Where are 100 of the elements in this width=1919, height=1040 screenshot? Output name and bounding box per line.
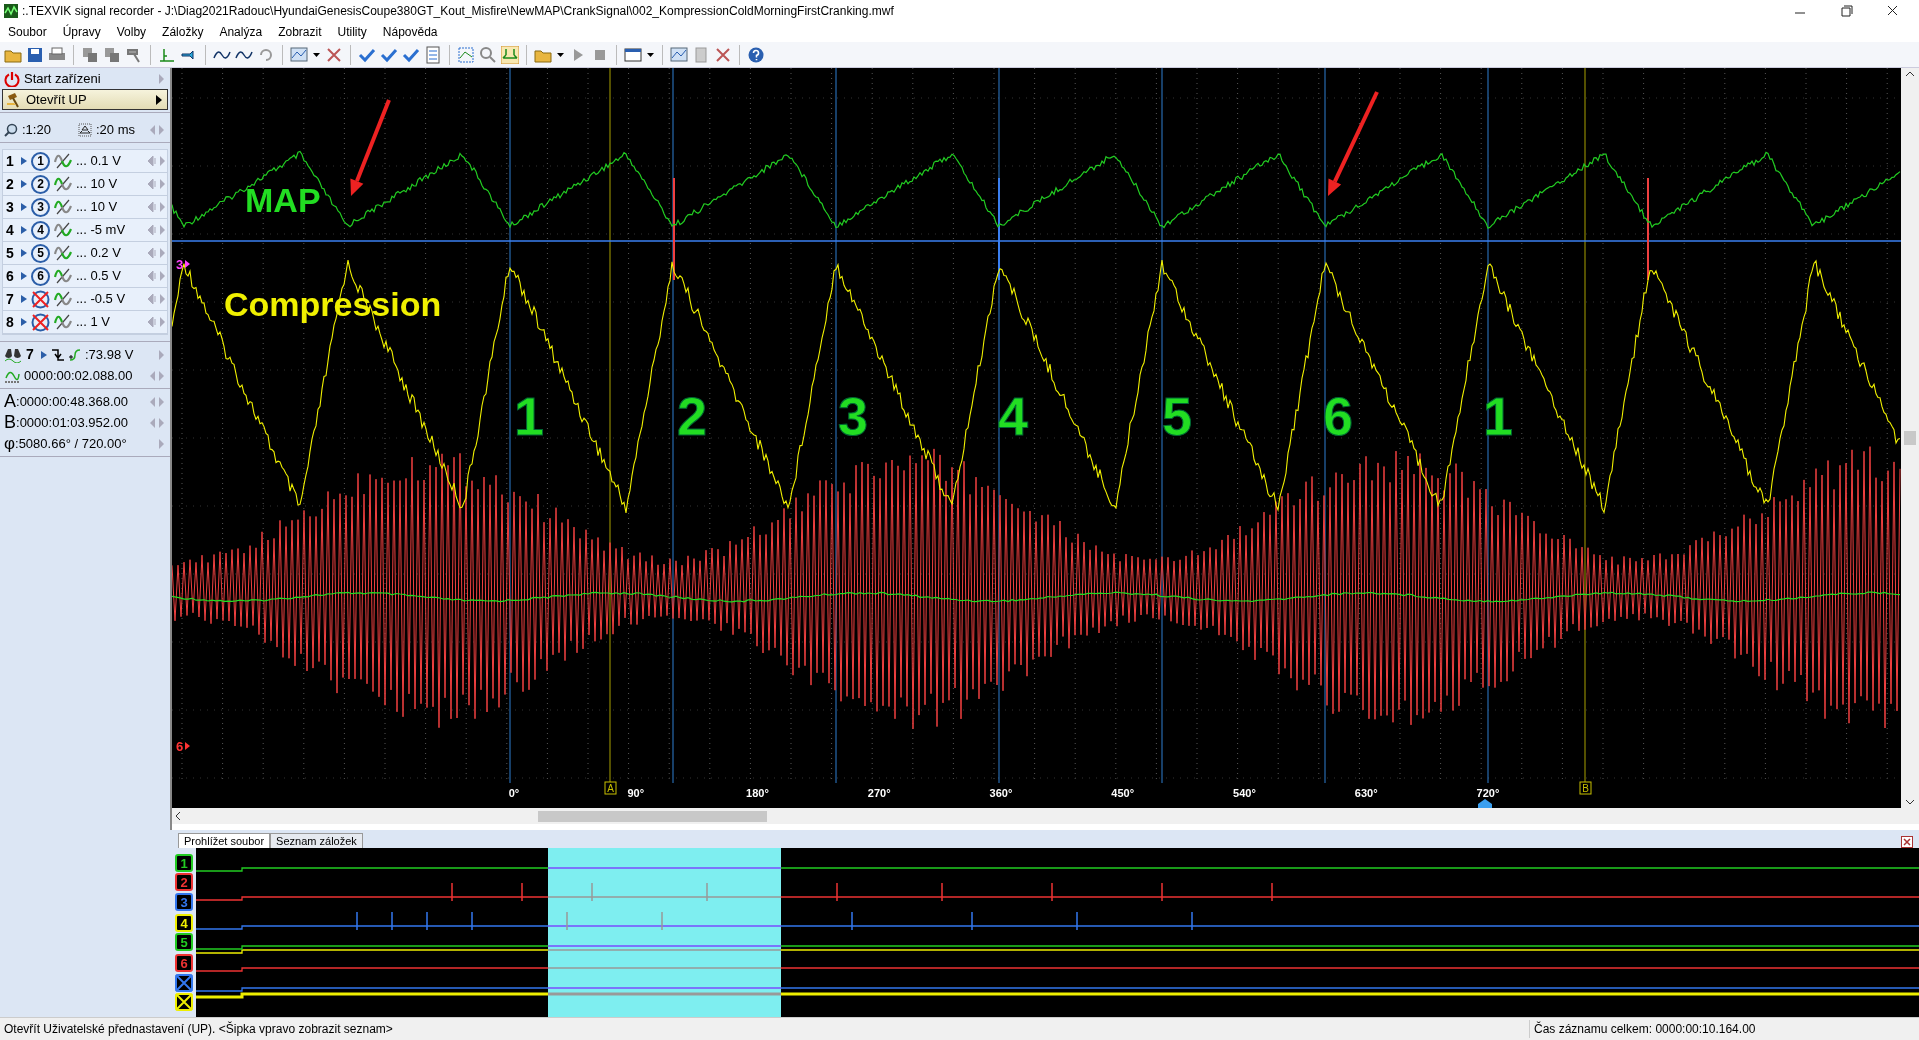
app-icon [4,4,18,18]
small-arrow-icon [21,156,27,166]
small-arrow-icon [21,202,27,212]
menu-item[interactable]: Soubor [0,23,55,41]
scrollbar-thumb[interactable] [1904,431,1916,445]
tab[interactable]: Prohlížet soubor [178,833,271,848]
axis-label: 270° [867,787,891,799]
cross-icon[interactable] [714,45,732,64]
channel-label[interactable]: 5 [175,933,193,951]
menu-item[interactable]: Nápověda [374,23,446,41]
small-arrow-icon [21,271,27,281]
layers-icon[interactable] [81,45,99,64]
menu-item[interactable]: Volby [108,23,155,41]
marker-arrow-icon [185,260,190,268]
overview-panel[interactable]: 1 2 3 4 5 6 [172,848,1919,1017]
channel-number: 7 [6,289,15,309]
cross-icon[interactable] [325,45,343,64]
total-time: Čas záznamu celkem: 0000:00:10.164.00 [1529,1020,1919,1038]
help-icon[interactable] [747,45,765,64]
probe-number[interactable]: 2 [31,174,50,194]
cursor-label: A [4,390,16,413]
cylinder-number: 2 [677,386,707,446]
cursor-handle[interactable]: A [604,781,617,795]
tab[interactable]: Seznam záložek [270,833,363,848]
list-icon[interactable] [424,45,442,64]
cursor-handle[interactable]: B [1579,781,1592,795]
start-device-button[interactable]: Start zařízeni [24,68,144,89]
axis-label: 720° [1476,787,1500,799]
trigger-level: :73.98 V [85,345,135,364]
channel-range: ... 1 V [76,313,111,332]
channel-label[interactable]: 6 [175,954,193,972]
axis-label: 540° [1233,787,1256,799]
channel-range: ... 10 V [76,175,119,194]
power-icon [4,70,20,87]
channel-number: 6 [6,266,15,286]
channel-number: 4 [6,220,15,240]
channel-label[interactable]: 2 [175,873,193,891]
right-caret-icon [154,93,164,106]
probe-number[interactable]: 3 [31,197,50,217]
probe-number[interactable]: 5 [31,243,50,263]
channel-number: 3 [6,197,15,217]
grid-icon[interactable] [457,45,475,64]
small-arrow-icon [21,179,27,189]
channel-label[interactable]: 3 [175,893,193,911]
axis-label: 450° [1111,787,1135,799]
arrows-icon[interactable] [501,45,519,64]
axis-label: 0° [508,787,520,799]
probe-number[interactable]: 1 [31,151,50,171]
falling-edge-icon [51,347,65,362]
probe-number[interactable]: 6 [31,266,50,286]
channel-number: 5 [6,243,15,263]
status-hint: Otevřít Uživatelské přednastavení (UP). <Šipka vpravo zobrazit seznam> [3,1020,394,1038]
scrollbar-thumb[interactable] [538,810,767,822]
small-arrow-icon [21,248,27,258]
hammer-icon [6,91,22,108]
window-icon[interactable] [624,45,642,64]
wave-toggle-icon[interactable] [54,267,72,285]
window-title: :.TEXVIK signal recorder - J:\Diag2021Radouc\HyundaiGenesisCoupe380GT_Kout_Misfire\NewMAP\CrankSignal\002_KompressionColdMorningFirstCranking.mwf [22,3,895,20]
save-icon[interactable] [26,45,44,64]
wave-toggle-icon[interactable] [54,244,72,262]
menu-item[interactable]: Zobrazit [270,23,330,41]
close-icon[interactable] [1901,836,1913,848]
menu-item[interactable]: Analýza [211,23,271,41]
channel-label[interactable]: 4 [175,914,193,932]
phase-label: φ [4,432,16,455]
zoom-icon [4,122,18,137]
marker-arrow-icon [185,742,190,750]
channel-range: ... 0.1 V [76,152,122,171]
channel-label[interactable]: 1 [175,854,193,872]
chart-icon[interactable] [290,45,308,64]
channel-number: 8 [6,312,15,332]
axis-label: 180° [746,787,769,799]
view-range-highlight[interactable] [548,848,781,1017]
timebase-icon [78,122,92,137]
menu-item[interactable]: Záložky [154,23,212,41]
menu-item[interactable]: Úpravy [54,23,109,41]
phase-value: :5080.66° / 720.00° [15,434,128,451]
binoculars-icon [4,346,22,363]
axis-label: 360° [989,787,1013,799]
magnifier-icon[interactable] [479,45,497,64]
probe-number[interactable]: 4 [31,220,50,240]
wave-toggle-icon[interactable] [54,175,72,193]
map-label: MAP [245,181,321,219]
open-preset-button[interactable]: Otevřít UP [2,89,168,110]
wave-toggle-icon[interactable] [54,152,72,170]
layers-icon[interactable] [103,45,121,64]
small-arrow-icon [21,294,27,304]
axis-label: 90° [627,787,645,799]
channel-range: ... 0.2 V [76,244,122,263]
wave-toggle-icon[interactable] [54,221,72,239]
cylinder-number: 3 [838,386,868,446]
small-arrow-icon [21,225,27,235]
trigger-channel: 7 [26,345,35,364]
wave-toggle-icon[interactable] [54,198,72,216]
cursor-label: B [4,411,16,434]
cursor-a-time: :0000:00:48.368.00 [16,392,130,411]
channel-range: ... -5 mV [76,221,127,240]
chart-icon[interactable] [670,45,688,64]
channel-range: ... 10 V [76,198,119,217]
menu-item[interactable]: Utility [329,23,375,41]
